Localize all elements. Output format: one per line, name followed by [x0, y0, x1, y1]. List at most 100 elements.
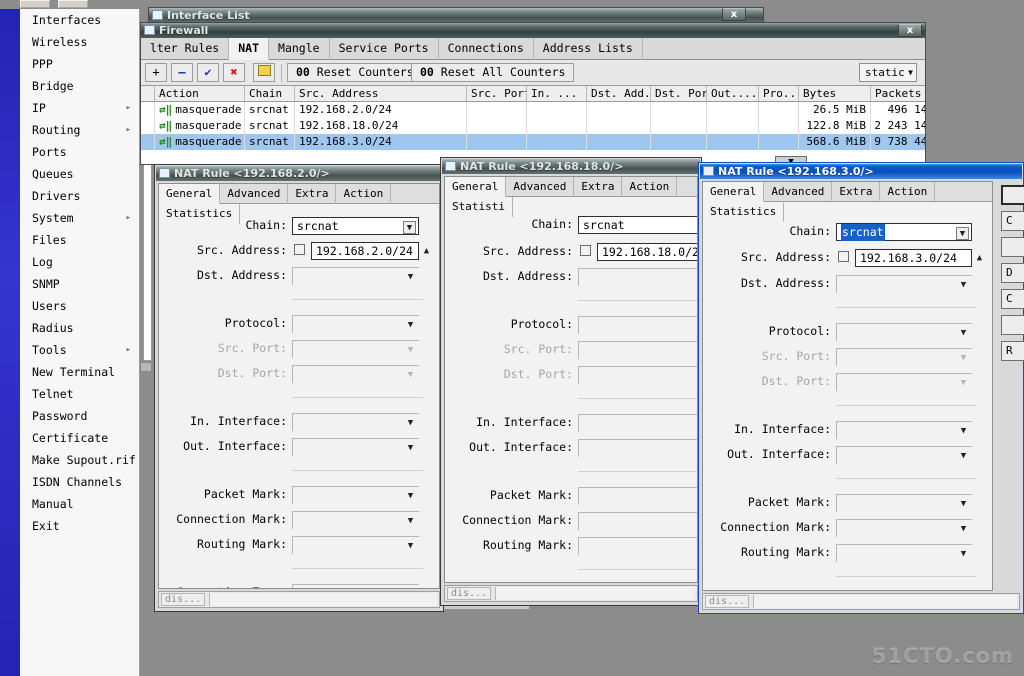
column-header-chain[interactable]: Chain	[245, 86, 295, 101]
menu-item-interfaces[interactable]: Interfaces	[20, 9, 140, 31]
in-interface-input[interactable]: ▼	[292, 413, 419, 431]
src-address-input[interactable]: 192.168.2.0/24	[311, 242, 419, 260]
menu-item-certificate[interactable]: Certificate	[20, 427, 140, 449]
menu-item-new-terminal[interactable]: New Terminal	[20, 361, 140, 383]
chevron-down-icon[interactable]: ▼	[404, 271, 417, 284]
firewall-tab-nat[interactable]: NAT	[229, 38, 270, 60]
table-row[interactable]: ⇄‖ masquerade srcnat 192.168.3.0/24 568.6 Mi…	[141, 134, 925, 150]
remove-button[interactable]: R	[1001, 341, 1024, 361]
stray-button-2[interactable]	[58, 0, 88, 8]
firewall-tab-connections[interactable]: Connections	[439, 38, 534, 60]
src-address-negate-checkbox[interactable]	[838, 251, 849, 262]
packet-mark-input[interactable]: ▼	[292, 486, 419, 504]
chevron-down-icon[interactable]: ▼	[957, 279, 970, 292]
menu-item-queues[interactable]: Queues	[20, 163, 140, 185]
menu-item-files[interactable]: Files	[20, 229, 140, 251]
tab-advanced[interactable]: Advanced	[220, 184, 289, 204]
menu-item-password[interactable]: Password	[20, 405, 140, 427]
chevron-down-icon[interactable]: ▼	[403, 221, 416, 234]
menu-item-users[interactable]: Users	[20, 295, 140, 317]
comment-button[interactable]: C	[1001, 289, 1024, 309]
menu-item-exit[interactable]: Exit	[20, 515, 140, 537]
ok-button[interactable]	[1001, 185, 1024, 205]
interface-list-close-button[interactable]: x	[722, 8, 746, 21]
menu-item-system[interactable]: System ▸	[20, 207, 140, 229]
menu-item-ports[interactable]: Ports	[20, 141, 140, 163]
chevron-down-icon[interactable]: ▼	[404, 515, 417, 528]
tab-general[interactable]: General	[159, 184, 221, 204]
chevron-up-icon[interactable]: ▲	[973, 252, 986, 265]
table-row[interactable]: ⇄‖ masquerade srcnat 192.168.2.0/24 26.5 MiB…	[141, 102, 925, 118]
nat-dialog-titlebar[interactable]: NAT Rule <192.168.3.0/>	[700, 164, 1022, 179]
dst-address-input[interactable]: ▼	[292, 267, 419, 285]
chevron-down-icon[interactable]: ▼	[404, 442, 417, 455]
out-interface-input[interactable]: ▼	[836, 446, 972, 464]
tab-extra[interactable]: Extra	[832, 182, 881, 202]
menu-item-telnet[interactable]: Telnet	[20, 383, 140, 405]
disable-button[interactable]: D	[1001, 263, 1024, 283]
chain-input[interactable]: srcnat ▼	[836, 223, 972, 241]
nat-dialog-titlebar[interactable]: NAT Rule <192.168.2.0/>	[156, 166, 442, 181]
tab-advanced[interactable]: Advanced	[506, 177, 575, 197]
out-interface-input[interactable]	[578, 439, 697, 457]
menu-item-drivers[interactable]: Drivers	[20, 185, 140, 207]
menu-item-snmp[interactable]: SNMP	[20, 273, 140, 295]
tab-action[interactable]: Action	[622, 177, 678, 197]
packet-mark-input[interactable]: ▼	[836, 494, 972, 512]
chain-input[interactable]: srcnat ▼	[292, 217, 419, 235]
menu-item-make-supout-rif[interactable]: Make Supout.rif	[20, 449, 140, 471]
in-interface-input[interactable]: ▼	[836, 421, 972, 439]
src-address-input[interactable]: 192.168.18.0/24	[597, 243, 697, 261]
chevron-down-icon[interactable]: ▼	[404, 417, 417, 430]
routing-mark-input[interactable]: ▼	[292, 536, 419, 554]
column-header-src-address[interactable]: Src. Address	[295, 86, 467, 101]
firewall-tab-lter-rules[interactable]: lter Rules	[141, 38, 230, 60]
column-header-bytes[interactable]: Bytes	[799, 86, 871, 101]
nat-dialog-titlebar[interactable]: NAT Rule <192.168.18.0/>	[442, 159, 700, 174]
menu-item-wireless[interactable]: Wireless	[20, 31, 140, 53]
src-address-input[interactable]: 192.168.3.0/24	[855, 249, 972, 267]
chevron-down-icon[interactable]: ▼	[957, 327, 970, 340]
connection-mark-input[interactable]	[578, 512, 697, 530]
remove-rule-button[interactable]: –	[171, 63, 193, 82]
protocol-input[interactable]	[578, 316, 697, 334]
menu-item-tools[interactable]: Tools ▸	[20, 339, 140, 361]
copy-button[interactable]	[1001, 315, 1024, 335]
reset-all-counters-button[interactable]: 00 Reset All Counters	[411, 63, 575, 82]
column-header-out[interactable]: Out....	[707, 86, 759, 101]
menu-item-bridge[interactable]: Bridge	[20, 75, 140, 97]
tab-action[interactable]: Action	[336, 184, 392, 204]
filter-type-dropdown[interactable]: static ▼	[859, 63, 917, 82]
menu-item-ip[interactable]: IP ▸	[20, 97, 140, 119]
connection-mark-input[interactable]: ▼	[836, 519, 972, 537]
tab-general[interactable]: General	[703, 182, 765, 202]
chevron-down-icon[interactable]: ▼	[957, 425, 970, 438]
apply-button[interactable]	[1001, 237, 1024, 257]
column-header-dst-port[interactable]: Dst. Port	[651, 86, 707, 101]
firewall-tab-mangle[interactable]: Mangle	[269, 38, 330, 60]
chevron-down-icon[interactable]: ▼	[404, 540, 417, 553]
tab-advanced[interactable]: Advanced	[764, 182, 833, 202]
chevron-down-icon[interactable]: ▼	[956, 227, 969, 240]
in-interface-input[interactable]	[578, 414, 697, 432]
firewall-tab-service-ports[interactable]: Service Ports	[330, 38, 439, 60]
menu-item-log[interactable]: Log	[20, 251, 140, 273]
chevron-down-icon[interactable]: ▼	[957, 523, 970, 536]
column-header-action[interactable]: Action	[155, 86, 245, 101]
chevron-down-icon[interactable]: ▼	[404, 319, 417, 332]
menu-item-manual[interactable]: Manual	[20, 493, 140, 515]
routing-mark-input[interactable]	[578, 537, 697, 555]
menu-item-radius[interactable]: Radius	[20, 317, 140, 339]
protocol-input[interactable]: ▼	[836, 323, 972, 341]
chevron-down-icon[interactable]: ▼	[957, 450, 970, 463]
enable-rule-button[interactable]: ✔	[197, 63, 219, 82]
stray-button-1[interactable]	[20, 0, 50, 8]
interface-list-titlebar[interactable]: Interface List	[149, 8, 763, 23]
table-row[interactable]: ⇄‖ masquerade srcnat 192.168.18.0/24 122.8 M…	[141, 118, 925, 134]
reset-counters-button[interactable]: 00 Reset Counters	[287, 63, 423, 82]
column-header-pro[interactable]: Pro...	[759, 86, 799, 101]
firewall-close-button[interactable]: x	[898, 24, 922, 37]
tab-action[interactable]: Action	[880, 182, 936, 202]
firewall-tab-address-lists[interactable]: Address Lists	[534, 38, 643, 60]
tab-general[interactable]: General	[445, 177, 507, 197]
